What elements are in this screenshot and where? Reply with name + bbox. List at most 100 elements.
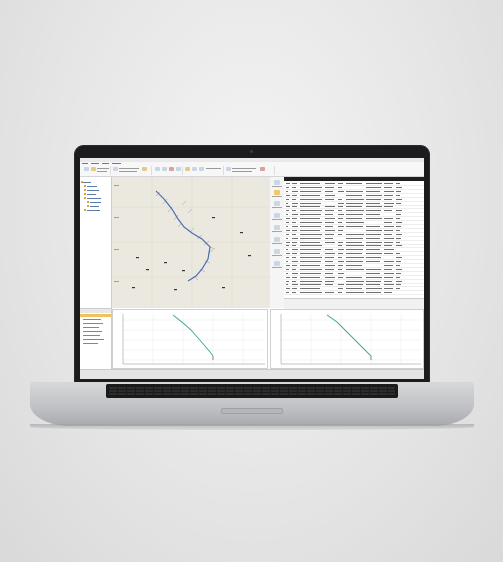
ribbon-button[interactable] [192, 167, 197, 171]
tree-item[interactable] [90, 206, 99, 207]
table-cell [292, 261, 298, 262]
table-cell [338, 261, 344, 262]
ribbon-button[interactable] [91, 167, 96, 171]
ribbon-tab[interactable] [82, 163, 88, 164]
table-cell [325, 237, 333, 239]
property-item[interactable] [83, 343, 98, 344]
table-cell [325, 264, 335, 266]
property-item[interactable] [83, 331, 102, 332]
map-canvas[interactable] [112, 177, 270, 308]
table-cell [286, 253, 290, 255]
table-cell [300, 257, 322, 259]
ribbon-tab[interactable] [91, 163, 99, 164]
table-cell [338, 198, 342, 200]
ribbon-button[interactable] [162, 167, 167, 171]
table-cell [346, 284, 363, 286]
properties-panel [80, 308, 112, 370]
ribbon-button[interactable] [155, 167, 160, 171]
table-cell [286, 237, 288, 239]
table-cell [346, 288, 362, 290]
table-cell [366, 210, 381, 212]
ribbon-tab[interactable] [102, 163, 109, 164]
tool-button[interactable] [274, 237, 280, 242]
table-cell [396, 261, 401, 262]
ribbon-button[interactable] [199, 167, 204, 171]
tree-item[interactable] [87, 194, 96, 195]
table-cell [366, 206, 382, 208]
tool-button-active[interactable] [274, 190, 280, 195]
ribbon-button[interactable] [226, 167, 231, 171]
table-cell [325, 183, 335, 184]
table-cell [286, 186, 289, 188]
camera-icon [250, 150, 253, 153]
ribbon-label [97, 171, 107, 172]
tool-button[interactable] [274, 261, 280, 266]
table-cell [366, 292, 381, 294]
table-cell [286, 249, 288, 251]
ribbon-button[interactable] [142, 167, 147, 171]
laptop-screen [80, 158, 424, 379]
table-cell [292, 292, 296, 294]
table-cell [325, 276, 335, 278]
table-cell [286, 202, 288, 204]
selected-property-row[interactable] [80, 314, 111, 317]
table-cell [346, 214, 363, 216]
table-cell [292, 237, 298, 239]
tool-button[interactable] [274, 225, 280, 230]
ribbon-button[interactable] [176, 167, 181, 171]
table-cell [346, 280, 364, 282]
tool-button[interactable] [274, 249, 280, 254]
table-cell [384, 183, 393, 184]
table-cell [286, 198, 289, 200]
table-cell [286, 229, 290, 231]
table-cell [366, 257, 381, 259]
table-cell [346, 190, 363, 192]
table-cell [384, 280, 392, 282]
table-cell [384, 264, 393, 266]
ribbon-button[interactable] [260, 167, 265, 171]
tool-button[interactable] [274, 180, 280, 185]
table-cell [396, 210, 402, 212]
chart-canvas-left [122, 314, 265, 365]
ribbon-button[interactable] [185, 167, 190, 171]
tree-item[interactable] [87, 190, 99, 191]
table-cell [346, 264, 362, 266]
key-row [109, 390, 395, 392]
table-cell [384, 194, 393, 196]
ribbon-tab[interactable] [112, 163, 121, 164]
property-item[interactable] [83, 335, 100, 336]
ribbon-button[interactable] [84, 167, 89, 171]
table-cell [384, 190, 394, 192]
table-cell [292, 245, 296, 247]
table-cell [325, 233, 334, 235]
table-cell [384, 292, 392, 294]
map-view[interactable] [112, 177, 271, 308]
table-cell [396, 268, 402, 270]
table-row[interactable] [284, 291, 424, 296]
ribbon-button[interactable] [169, 167, 174, 171]
tree-item[interactable] [83, 182, 91, 183]
table-cell [338, 190, 344, 192]
table-cell [325, 186, 334, 188]
ribbon-label [206, 168, 221, 169]
profile-chart-right[interactable] [270, 309, 424, 369]
laptop-lid [74, 145, 430, 385]
tree-item[interactable] [90, 202, 101, 203]
profile-chart-left[interactable] [112, 309, 268, 369]
tree-item[interactable] [87, 210, 100, 211]
property-item[interactable] [83, 323, 103, 324]
laptop-shadow [30, 424, 474, 430]
tree-item[interactable] [87, 198, 101, 199]
property-item[interactable] [83, 327, 99, 328]
table-cell [366, 284, 380, 286]
property-item[interactable] [83, 339, 104, 340]
tool-button[interactable] [274, 213, 280, 218]
ribbon-button[interactable] [113, 167, 118, 171]
table-cell [325, 218, 335, 220]
property-item[interactable] [83, 319, 101, 320]
tool-button[interactable] [274, 201, 280, 206]
table-cell [300, 264, 320, 266]
tree-item[interactable] [87, 186, 97, 187]
status-bar [80, 369, 424, 379]
chart-canvas-right [280, 314, 421, 365]
